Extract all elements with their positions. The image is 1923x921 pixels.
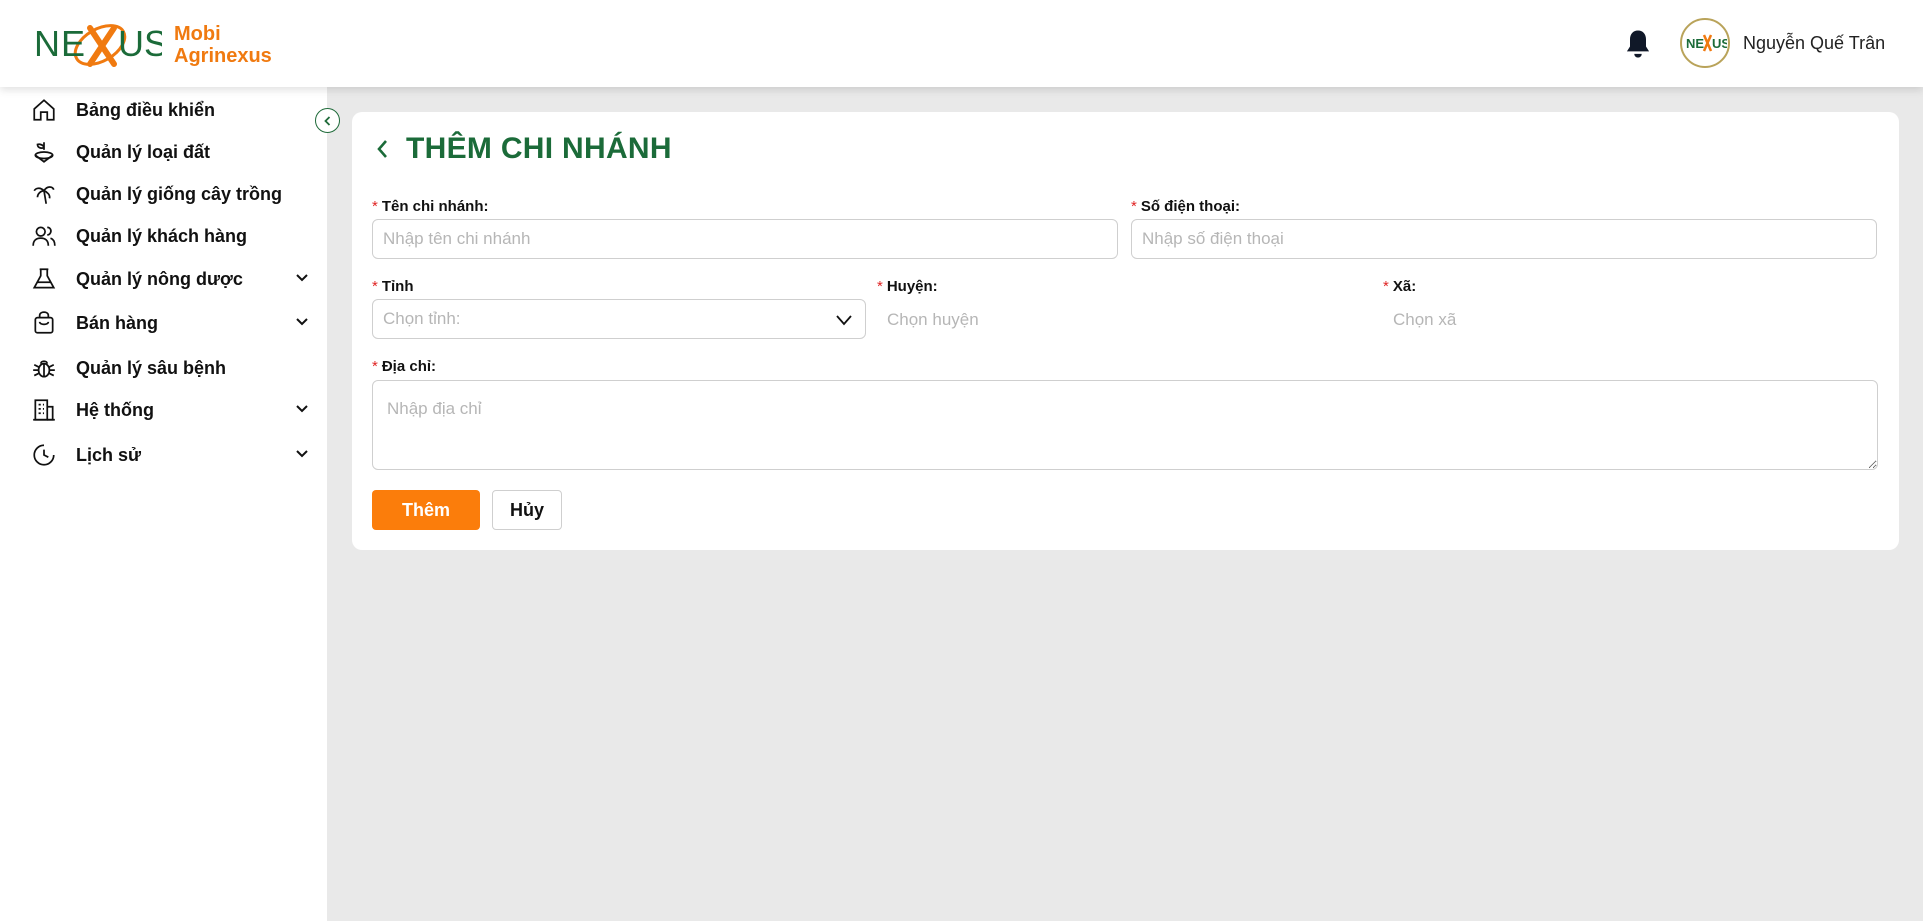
sidebar-item-dashboard[interactable]: Bảng điều khiển: [30, 93, 310, 127]
province-select-value: Chọn tỉnh:: [383, 309, 461, 328]
sidebar-item-label: Quản lý loại đất: [76, 141, 211, 162]
district-label-text: Huyện:: [886, 278, 938, 295]
district-label: * Huyện:: [877, 278, 938, 295]
home-icon: [30, 96, 58, 124]
sidebar-item-label: Quản lý sâu bệnh: [76, 357, 227, 378]
brand-name-line1: Mobi: [174, 23, 221, 45]
branch-name-label: * Tên chi nhánh:: [372, 198, 489, 215]
branch-name-label-text: Tên chi nhánh:: [381, 198, 489, 215]
back-chevron-icon[interactable]: [372, 136, 394, 162]
phone-label: * Số điện thoại:: [1131, 198, 1240, 215]
main-content: THÊM CHI NHÁNH *Tên chi nhánh: *Số điện …: [327, 87, 1923, 921]
required-mark: *: [372, 358, 378, 375]
sidebar-item-label: Lịch sử: [76, 444, 142, 465]
sidebar-item-label: Quản lý nông dược: [76, 268, 243, 289]
nexus-logo-icon: NE US: [34, 23, 162, 67]
chevron-down-icon[interactable]: [294, 270, 310, 286]
sidebar-item-pests[interactable]: Quản lý sâu bệnh: [30, 351, 310, 385]
sidebar-item-history[interactable]: Lịch sử: [30, 438, 310, 472]
cancel-button[interactable]: Hủy: [492, 490, 562, 530]
sidebar-item-sales[interactable]: Bán hàng: [30, 306, 310, 340]
app-header: NE US Mobi Agrinexus NE US Nguyễn Quế Tr…: [0, 0, 1923, 87]
sidebar-item-label: Bán hàng: [76, 312, 159, 333]
branch-name-input[interactable]: [372, 219, 1118, 259]
users-icon: [30, 222, 58, 250]
brand-name: Mobi Agrinexus: [174, 23, 272, 67]
required-mark: *: [877, 278, 883, 295]
sidebar-item-crop-varieties[interactable]: Quản lý giống cây trồng: [30, 177, 310, 211]
palm-tree-icon: [30, 180, 58, 208]
avatar[interactable]: NE US: [1680, 18, 1730, 68]
ward-label-text: Xã:: [1392, 278, 1417, 295]
ward-select[interactable]: Chọn xã: [1393, 310, 1456, 330]
page-title: THÊM CHI NHÁNH: [406, 132, 672, 165]
sidebar: Bảng điều khiển Quản lý loại đất Quản lý…: [0, 87, 327, 921]
bell-icon[interactable]: [1623, 28, 1653, 60]
add-button[interactable]: Thêm: [372, 490, 480, 530]
sidebar-item-label: Quản lý khách hàng: [76, 225, 248, 246]
sidebar-item-soil-types[interactable]: Quản lý loại đất: [30, 135, 310, 169]
address-label: * Địa chỉ:: [372, 358, 436, 375]
required-mark: *: [1383, 278, 1389, 295]
page-header: THÊM CHI NHÁNH: [372, 132, 672, 166]
brand-logo[interactable]: NE US Mobi Agrinexus: [34, 14, 272, 76]
sidebar-item-system[interactable]: Hệ thống: [30, 393, 310, 427]
clock-icon: [30, 441, 58, 469]
bug-icon: [30, 354, 58, 382]
chevron-down-icon: [836, 315, 852, 326]
chevron-left-icon: [323, 115, 330, 126]
sidebar-item-label: Quản lý giống cây trồng: [76, 183, 283, 204]
address-label-text: Địa chỉ:: [381, 358, 437, 375]
building-icon: [30, 396, 58, 424]
address-textarea[interactable]: [372, 380, 1878, 470]
user-name[interactable]: Nguyễn Quế Trân: [1743, 33, 1885, 54]
chevron-down-icon[interactable]: [294, 446, 310, 462]
required-mark: *: [372, 198, 378, 215]
soil-icon: [30, 138, 58, 166]
svg-text:NE: NE: [1686, 36, 1704, 51]
chevron-down-icon[interactable]: [294, 314, 310, 330]
sidebar-item-label: Bảng điều khiển: [76, 99, 216, 120]
province-select[interactable]: Chọn tỉnh:: [372, 299, 866, 339]
district-select[interactable]: Chọn huyện: [887, 310, 979, 330]
phone-input[interactable]: [1131, 219, 1877, 259]
chevron-down-icon[interactable]: [294, 401, 310, 417]
flask-icon: [30, 265, 58, 293]
province-label-text: Tỉnh: [381, 278, 414, 295]
sidebar-item-pesticides[interactable]: Quản lý nông dược: [30, 262, 310, 296]
ward-label: * Xã:: [1383, 278, 1416, 295]
svg-text:US: US: [1712, 36, 1727, 51]
brand-name-line2: Agrinexus: [174, 45, 272, 67]
province-label: * Tỉnh: [372, 278, 414, 295]
sidebar-item-label: Hệ thống: [76, 399, 154, 420]
svg-text:US: US: [118, 23, 162, 64]
sidebar-collapse-button[interactable]: [315, 108, 340, 133]
sidebar-item-customers[interactable]: Quản lý khách hàng: [30, 219, 310, 253]
required-mark: *: [372, 278, 378, 295]
phone-label-text: Số điện thoại:: [1140, 198, 1241, 215]
avatar-logo-icon: NE US: [1685, 23, 1727, 63]
required-mark: *: [1131, 198, 1137, 215]
svg-text:NE: NE: [34, 23, 86, 64]
shopping-bag-icon: [30, 309, 58, 337]
add-branch-card: THÊM CHI NHÁNH *Tên chi nhánh: *Số điện …: [352, 112, 1899, 550]
